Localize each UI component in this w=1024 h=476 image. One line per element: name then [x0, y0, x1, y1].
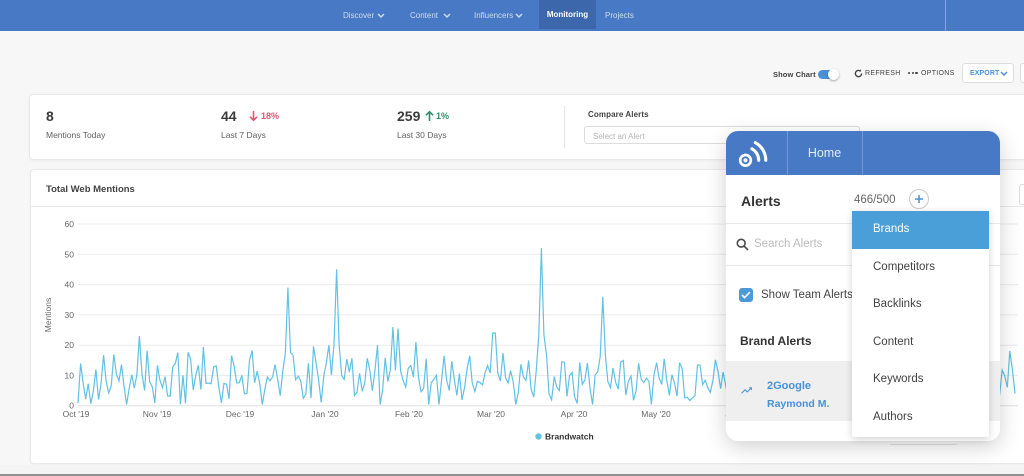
svg-text:Jan '20: Jan '20: [311, 409, 338, 419]
svg-text:Oct '19: Oct '19: [63, 409, 90, 419]
svg-text:50: 50: [65, 249, 75, 259]
svg-text:30: 30: [65, 310, 75, 320]
svg-text:Nov '19: Nov '19: [143, 409, 172, 419]
svg-text:Dec '19: Dec '19: [226, 409, 255, 419]
svg-text:10: 10: [65, 371, 75, 381]
svg-text:20: 20: [65, 340, 75, 350]
svg-text:Feb '20: Feb '20: [395, 409, 423, 419]
svg-text:Brandwatch: Brandwatch: [545, 432, 594, 442]
svg-text:Mar '20: Mar '20: [477, 409, 505, 419]
svg-text:60: 60: [65, 219, 75, 229]
svg-text:Apr '20: Apr '20: [561, 409, 588, 419]
svg-text:Mentions: Mentions: [43, 298, 53, 333]
svg-text:40: 40: [65, 280, 75, 290]
svg-text:May '20: May '20: [641, 409, 671, 419]
